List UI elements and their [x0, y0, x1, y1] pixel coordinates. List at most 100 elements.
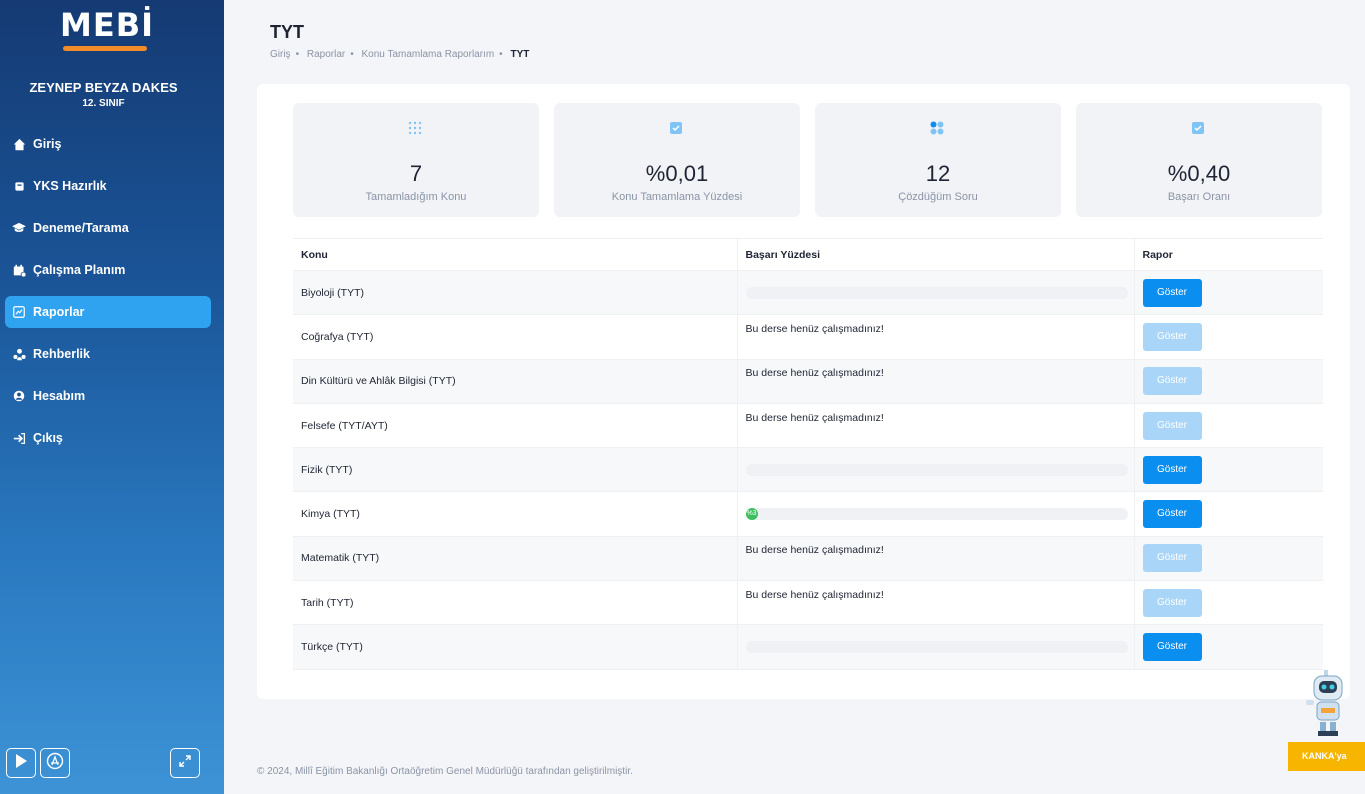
subject-name: Matematik (TYT) [301, 552, 380, 565]
subject-cell: Coğrafya (TYT) [293, 314, 737, 360]
show-report-button[interactable]: Göster [1142, 278, 1202, 307]
sidebar-item-label: Deneme/Tarama [33, 221, 129, 235]
sidebar-item-cikis[interactable]: Çıkış [5, 422, 211, 454]
mebi-logo[interactable]: MEBİ [60, 6, 153, 62]
show-report-button: Göster [1142, 588, 1202, 617]
sidebar-item-deneme[interactable]: Deneme/Tarama [5, 212, 211, 244]
sidebar-item-raporlar[interactable]: Raporlar [5, 296, 211, 328]
report-cell: Göster [1133, 403, 1323, 449]
success-progress-bar [745, 286, 1128, 299]
subject-name: Din Kültürü ve Ahlâk Bilgisi (TYT) [301, 375, 456, 388]
play-store-icon [13, 753, 29, 774]
report-cell: Göster [1133, 536, 1323, 582]
table-header-row: Konu Başarı Yüzdesi Rapor [293, 238, 1323, 271]
subject-name: Tarih (TYT) [301, 596, 354, 609]
show-report-button[interactable]: Göster [1142, 500, 1202, 529]
table-row: Din Kültürü ve Ahlâk Bilgisi (TYT) Bu der… [293, 359, 1323, 404]
sidebar-item-label: Raporlar [33, 305, 85, 319]
not-studied-message: Bu derse henüz çalışmadınız! [745, 322, 884, 335]
app-store-button[interactable] [40, 748, 70, 778]
logout-icon [11, 430, 27, 446]
sidebar-item-yks[interactable]: YKS Hazırlık [5, 170, 211, 202]
sidebar-menu: Giriş YKS Hazırlık Deneme/Tarama Çalışma… [5, 128, 211, 464]
breadcrumb-separator: • [350, 49, 354, 60]
sidebar-item-calisma-plani[interactable]: Çalışma Planım [5, 254, 211, 286]
success-cell: Bu derse henüz çalışmadınız! [736, 536, 1134, 582]
report-panel: 7 Tamamladığım Konu %0,01 Konu Tamamlama… [257, 84, 1350, 699]
breadcrumb-item[interactable]: Konu Tamamlama Raporlarım [362, 49, 495, 60]
stat-value: 7 [409, 161, 423, 186]
stat-card-solved-questions: 12 Çözdüğüm Soru [815, 103, 1061, 217]
not-studied-message: Bu derse henüz çalışmadınız! [745, 411, 884, 424]
success-cell: Bu derse henüz çalışmadınız! [736, 403, 1134, 449]
stat-card-completion-percent: %0,01 Konu Tamamlama Yüzdesi [554, 103, 800, 217]
success-progress-bar [745, 463, 1128, 476]
stat-label: Tamamladığım Konu [365, 191, 467, 203]
success-cell [736, 447, 1134, 493]
app-store-icon [46, 752, 64, 775]
expand-icon [179, 754, 191, 772]
subject-name: Fizik (TYT) [301, 463, 353, 476]
user-class: 12. SINIF [82, 98, 125, 109]
bookmark-icon [1191, 121, 1205, 135]
success-cell: %3 [736, 491, 1134, 537]
sidebar-item-label: Giriş [33, 137, 62, 151]
report-cell: Göster [1133, 447, 1323, 493]
apps-icon [930, 121, 944, 135]
stat-value: %0,01 [645, 161, 709, 186]
subject-cell: Matematik (TYT) [293, 536, 737, 582]
success-cell [736, 270, 1134, 316]
expand-button[interactable] [170, 748, 200, 778]
success-cell: Bu derse henüz çalışmadınız! [736, 580, 1134, 626]
show-report-button: Göster [1142, 322, 1202, 351]
breadcrumb-separator: • [499, 49, 503, 60]
not-studied-message: Bu derse henüz çalışmadınız! [745, 588, 884, 601]
kanka-robot-mascot[interactable] [1300, 668, 1360, 740]
breadcrumb-separator: • [295, 49, 300, 60]
subject-cell: Türkçe (TYT) [293, 624, 737, 670]
stat-value: 12 [925, 161, 951, 186]
sidebar-item-label: Çalışma Planım [33, 263, 126, 277]
subject-name: Türkçe (TYT) [301, 641, 363, 654]
show-report-button: Göster [1142, 411, 1202, 440]
report-cell: Göster [1133, 314, 1323, 360]
sidebar-item-label: Hesabım [33, 389, 86, 403]
table-row: Fizik (TYT) Göster [293, 447, 1323, 493]
success-progress-bar [745, 641, 1128, 654]
user-name: ZEYNEP BEYZA DAKES [29, 80, 178, 95]
logo-underline [63, 46, 147, 51]
sidebar-item-label: Çıkış [33, 431, 63, 445]
user-icon [11, 388, 27, 404]
stat-label: Başarı Oranı [1167, 191, 1231, 203]
show-report-button[interactable]: Göster [1142, 633, 1202, 662]
breadcrumb-item[interactable]: Raporlar [307, 49, 345, 60]
table-row: Matematik (TYT) Bu derse henüz çalışmadın… [293, 536, 1323, 582]
breadcrumb-item[interactable]: Giriş [270, 49, 291, 60]
table-row: Biyoloji (TYT) Göster [293, 270, 1323, 316]
footer-copyright: © 2024, Millî Eğitim Bakanlığı Ortaöğret… [257, 766, 633, 777]
home-icon [11, 136, 27, 152]
stat-label: Konu Tamamlama Yüzdesi [611, 191, 743, 203]
kanka-assistant-button[interactable]: KANKA'ya [1288, 742, 1365, 771]
sidebar-bottom-actions [6, 748, 211, 780]
table-row: Tarih (TYT) Bu derse henüz çalışmadınız! G… [293, 580, 1323, 626]
subject-cell: Tarih (TYT) [293, 580, 737, 626]
subject-name: Kimya (TYT) [301, 508, 360, 521]
subject-name: Biyoloji (TYT) [301, 286, 365, 299]
sidebar-item-rehberlik[interactable]: Rehberlik [5, 338, 211, 370]
sidebar-item-label: Rehberlik [33, 347, 90, 361]
show-report-button[interactable]: Göster [1142, 455, 1202, 484]
report-cell: Göster [1133, 270, 1323, 316]
progress-fill: %3 [745, 508, 758, 521]
subject-cell: Kimya (TYT) [293, 491, 737, 537]
graduation-cap-icon [11, 220, 27, 236]
stat-card-success-rate: %0,40 Başarı Oranı [1076, 103, 1322, 217]
calendar-icon [11, 262, 27, 278]
report-cell: Göster [1133, 491, 1323, 537]
subject-name: Coğrafya (TYT) [301, 330, 374, 343]
sidebar-item-hesabim[interactable]: Hesabım [5, 380, 211, 412]
google-play-button[interactable] [6, 748, 36, 778]
sidebar-item-giris[interactable]: Giriş [5, 128, 211, 160]
subject-cell: Din Kültürü ve Ahlâk Bilgisi (TYT) [293, 359, 737, 404]
bookmark-icon [669, 121, 683, 135]
